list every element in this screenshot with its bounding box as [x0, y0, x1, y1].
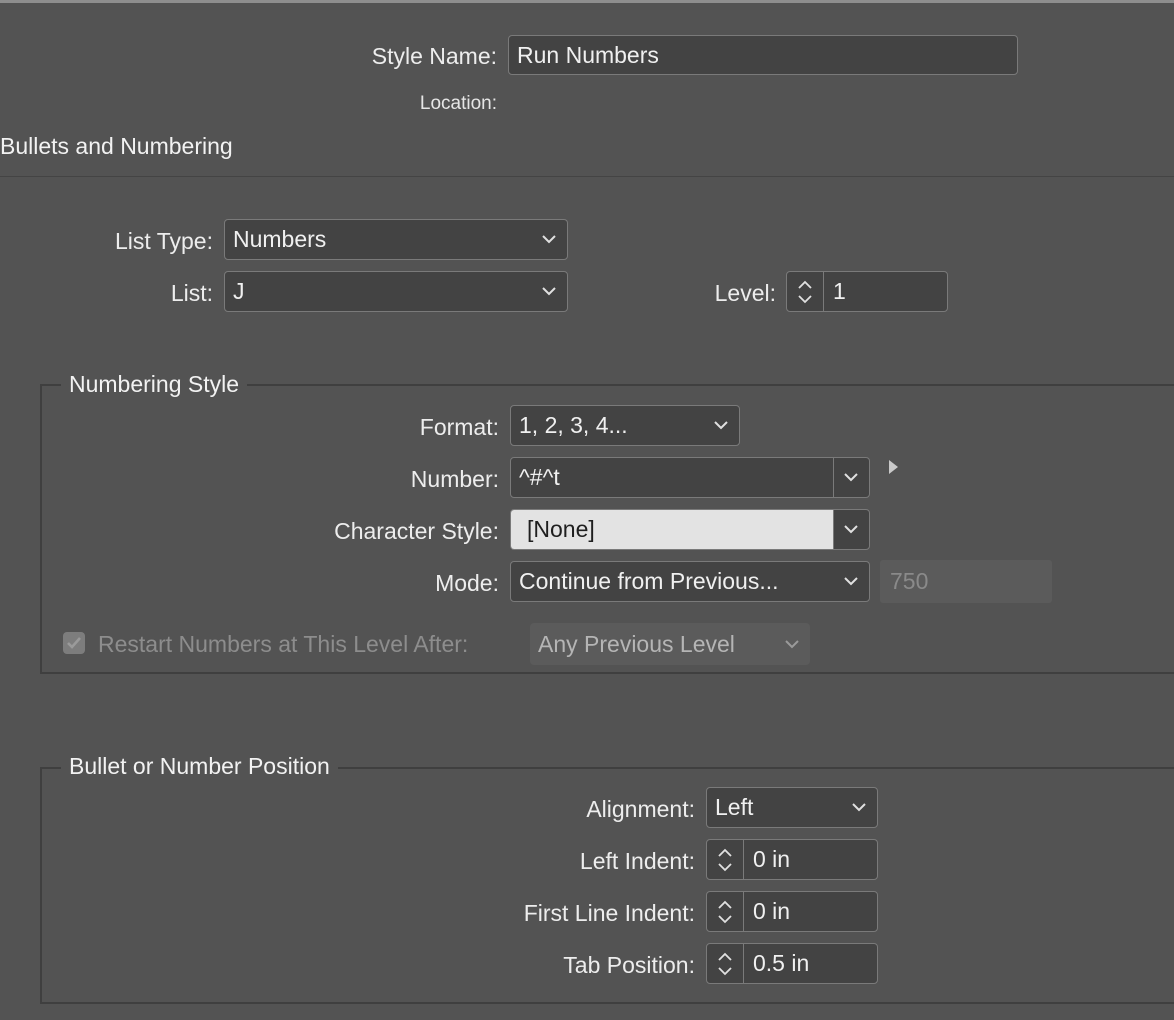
character-style-value[interactable]: [None]: [527, 510, 595, 548]
list-type-label: List Type:: [114, 228, 213, 254]
list-value: J: [233, 278, 245, 304]
chevron-down-icon: [541, 233, 557, 245]
format-value: 1, 2, 3, 4...: [519, 412, 628, 438]
list-label: List:: [170, 280, 213, 306]
list-type-select[interactable]: Numbers: [224, 219, 568, 260]
restart-level-value: Any Previous Level: [538, 631, 735, 657]
format-label: Format:: [419, 414, 499, 440]
location-label: Location:: [419, 93, 497, 114]
number-label: Number:: [410, 466, 499, 492]
position-title: Bullet or Number Position: [61, 753, 338, 780]
mode-label: Mode:: [435, 570, 499, 596]
first-line-indent-value: 0 in: [753, 898, 791, 924]
start-at-field: 750: [880, 560, 1052, 603]
window-top-border: [0, 0, 1174, 3]
level-stepper[interactable]: 1: [786, 271, 948, 312]
restart-numbers-label: Restart Numbers at This Level After:: [98, 631, 469, 657]
chevron-down-icon: [784, 638, 800, 650]
level-value: 1: [833, 278, 846, 304]
restart-numbers-checkbox[interactable]: [63, 632, 85, 654]
chevron-down-icon: [843, 575, 859, 587]
left-indent-label: Left Indent:: [579, 848, 695, 874]
chevron-down-icon[interactable]: [843, 471, 859, 483]
number-value[interactable]: ^#^t: [519, 458, 560, 496]
alignment-value: Left: [715, 794, 754, 820]
stepper-arrows-icon[interactable]: [707, 840, 744, 879]
restart-level-select: Any Previous Level: [530, 623, 810, 665]
style-name-field[interactable]: Run Numbers: [508, 35, 1018, 75]
combo-divider: [833, 510, 834, 549]
chevron-down-icon: [851, 801, 867, 813]
checkmark-icon: [67, 637, 81, 649]
chevron-down-icon: [541, 285, 557, 297]
alignment-label: Alignment:: [586, 796, 695, 822]
character-style-label: Character Style:: [334, 518, 499, 544]
format-select[interactable]: 1, 2, 3, 4...: [510, 405, 740, 446]
numbering-style-title: Numbering Style: [61, 371, 248, 398]
list-select[interactable]: J: [224, 271, 568, 312]
combo-divider: [833, 458, 834, 497]
triangle-right-icon[interactable]: [889, 460, 898, 474]
level-label: Level:: [714, 280, 776, 306]
left-indent-stepper[interactable]: 0 in: [706, 839, 878, 880]
mode-value: Continue from Previous...: [519, 568, 779, 594]
section-divider: [0, 176, 1174, 177]
first-line-indent-label: First Line Indent:: [523, 900, 695, 926]
chevron-down-icon: [713, 419, 729, 431]
character-style-combo[interactable]: [None]: [510, 509, 870, 550]
stepper-arrows-icon[interactable]: [707, 892, 744, 931]
left-indent-value: 0 in: [753, 846, 791, 872]
tab-position-value: 0.5 in: [753, 950, 810, 976]
number-combo[interactable]: ^#^t: [510, 457, 870, 498]
stepper-arrows-icon[interactable]: [707, 944, 744, 983]
style-name-label: Style Name:: [371, 43, 497, 69]
section-title: Bullets and Numbering: [0, 133, 233, 159]
mode-select[interactable]: Continue from Previous...: [510, 561, 870, 602]
alignment-select[interactable]: Left: [706, 787, 878, 828]
list-type-value: Numbers: [233, 226, 327, 252]
chevron-down-icon[interactable]: [843, 523, 859, 535]
tab-position-stepper[interactable]: 0.5 in: [706, 943, 878, 984]
first-line-indent-stepper[interactable]: 0 in: [706, 891, 878, 932]
stepper-arrows-icon[interactable]: [787, 272, 824, 311]
tab-position-label: Tab Position:: [563, 952, 695, 978]
